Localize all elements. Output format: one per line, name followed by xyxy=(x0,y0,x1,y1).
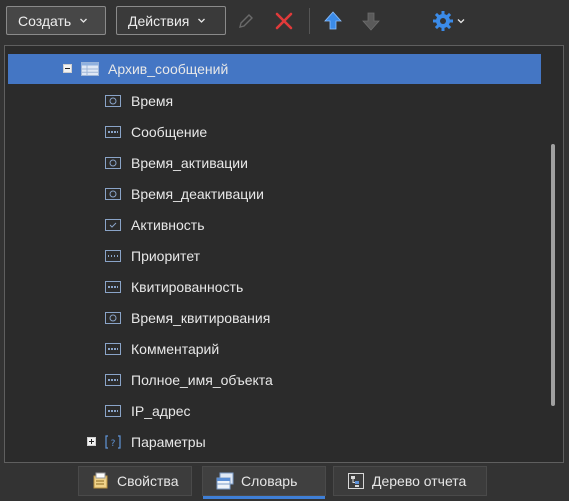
create-button-label: Создать xyxy=(18,12,72,29)
expand-toggle[interactable] xyxy=(87,437,96,446)
edit-icon[interactable] xyxy=(236,11,256,31)
properties-icon xyxy=(93,472,108,489)
svg-text:?: ? xyxy=(111,439,116,449)
tree-node-parameters[interactable]: ? Параметры xyxy=(5,427,563,457)
tree-field-row[interactable]: Время_квитирования xyxy=(5,303,563,333)
datetime-field-icon xyxy=(105,312,121,324)
tree-node-label: Параметры xyxy=(131,434,206,450)
tab-label: Свойства xyxy=(117,473,179,489)
field-label: Сообщение xyxy=(131,124,208,140)
gear-icon[interactable] xyxy=(432,10,454,32)
tree-node-label: Архив_сообщений xyxy=(108,61,229,77)
chevron-down-icon xyxy=(198,18,206,23)
tree-field-row[interactable]: Время xyxy=(5,86,563,116)
tree-field-row[interactable]: Сообщение xyxy=(5,117,563,147)
field-label: Полное_имя_объекта xyxy=(131,372,273,388)
boolean-field-icon xyxy=(105,219,121,231)
tree-field-row[interactable]: Квитированность xyxy=(5,272,563,302)
string-field-icon xyxy=(105,126,121,138)
scrollbar-thumb[interactable] xyxy=(551,144,555,406)
tab-dictionary[interactable]: Словарь xyxy=(202,466,326,499)
datetime-field-icon xyxy=(105,95,121,107)
field-label: Время_активации xyxy=(131,155,248,171)
tree-field-row[interactable]: IP_адрес xyxy=(5,396,563,426)
table-icon xyxy=(81,62,99,76)
tab-report-tree[interactable]: Дерево отчета xyxy=(333,466,487,496)
parameters-icon: ? xyxy=(105,435,121,449)
tab-properties[interactable]: Свойства xyxy=(78,466,192,496)
actions-dropdown-button[interactable]: Действия xyxy=(116,6,226,35)
toolbar-divider xyxy=(309,8,310,34)
actions-button-label: Действия xyxy=(128,12,190,29)
string-field-icon xyxy=(105,405,121,417)
tree-field-row[interactable]: Приоритет xyxy=(5,241,563,271)
tree-field-row[interactable]: Полное_имя_объекта xyxy=(5,365,563,395)
toolbar: Создать Действия xyxy=(0,0,569,44)
datetime-field-icon xyxy=(105,157,121,169)
chevron-down-icon xyxy=(80,18,88,23)
field-label: Приоритет xyxy=(131,248,201,264)
tree-field-row[interactable]: Время_активации xyxy=(5,148,563,178)
dictionary-icon xyxy=(216,472,234,490)
tree-field-row[interactable]: Время_деактивации xyxy=(5,179,563,209)
create-dropdown-button[interactable]: Создать xyxy=(6,6,106,35)
field-label: Комментарий xyxy=(131,341,220,357)
collapse-toggle[interactable] xyxy=(63,64,72,73)
bottom-tabs: Свойства Словарь Дерево отчета xyxy=(0,465,569,501)
dictionary-tree: Архив_сообщений Время Сообщение Время_ак… xyxy=(4,45,564,463)
string-field-icon xyxy=(105,281,121,293)
tab-label: Словарь xyxy=(241,473,298,489)
datetime-field-icon xyxy=(105,188,121,200)
field-label: Время xyxy=(131,93,174,109)
tab-label: Дерево отчета xyxy=(372,473,467,489)
string-field-icon xyxy=(105,343,121,355)
tree-field-row[interactable]: Активность xyxy=(5,210,563,240)
tree-node-root[interactable]: Архив_сообщений xyxy=(5,54,563,84)
field-label: Квитированность xyxy=(131,279,244,295)
string-field-icon xyxy=(105,374,121,386)
field-label: IP_адрес xyxy=(131,403,191,419)
chevron-down-icon[interactable] xyxy=(456,16,466,26)
move-down-icon[interactable] xyxy=(361,11,381,31)
field-label: Время_квитирования xyxy=(131,310,271,326)
delete-icon[interactable] xyxy=(274,11,294,31)
report-tree-icon xyxy=(348,473,364,489)
field-label: Время_деактивации xyxy=(131,186,264,202)
tree-field-row[interactable]: Комментарий xyxy=(5,334,563,364)
move-up-icon[interactable] xyxy=(323,11,343,31)
field-label: Активность xyxy=(131,217,205,233)
number-field-icon xyxy=(105,250,121,262)
